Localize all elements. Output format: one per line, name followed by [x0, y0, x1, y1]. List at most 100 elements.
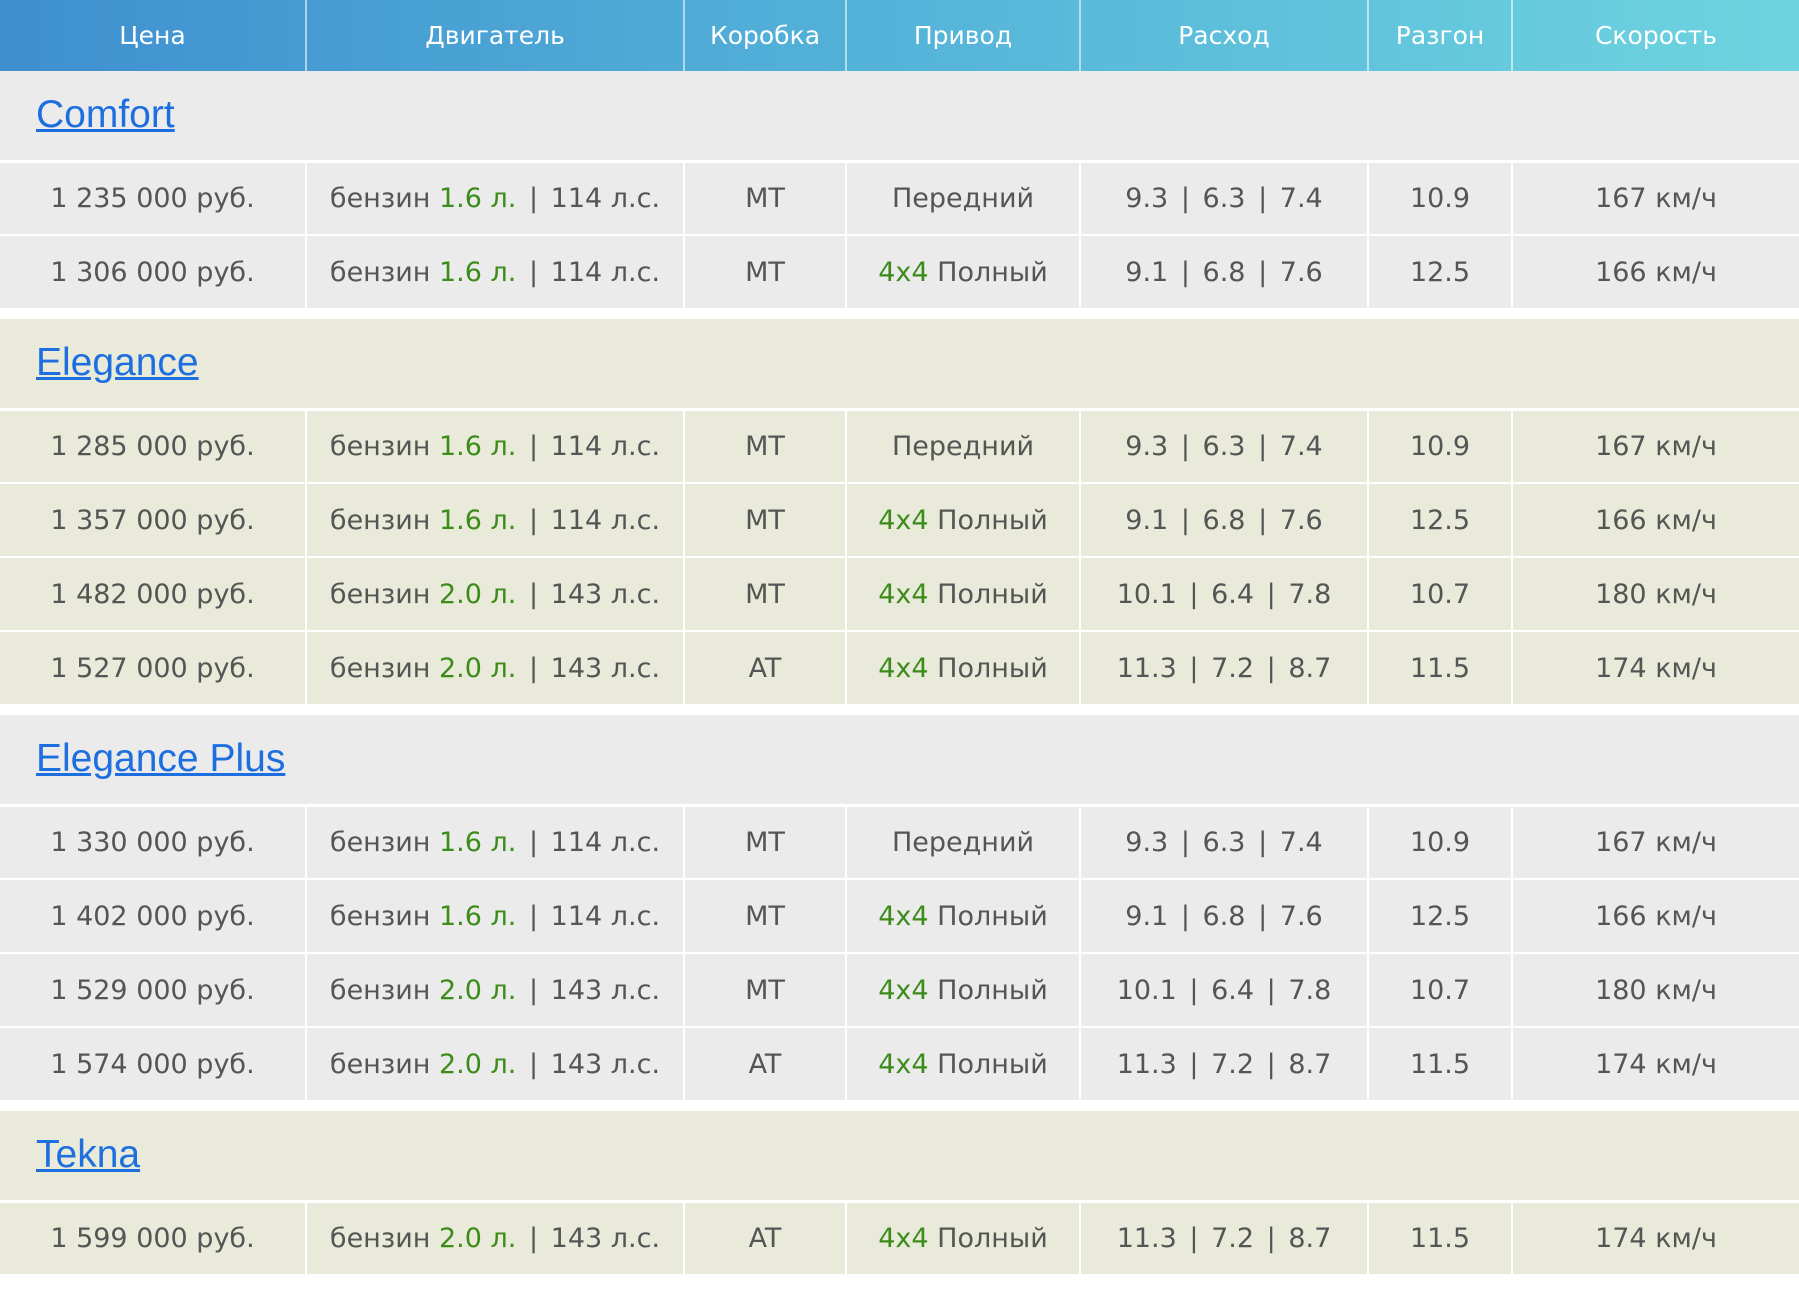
engine-volume: 1.6 л.	[439, 430, 517, 462]
consumption-city: 9.1	[1125, 256, 1169, 288]
gearbox-cell: MT	[684, 483, 847, 558]
drive-type: Полный	[937, 652, 1048, 684]
drive-type: Полный	[937, 900, 1048, 932]
speed-cell: 180 км/ч	[1512, 557, 1799, 632]
consumption-highway: 7.2	[1211, 1222, 1255, 1254]
consumption-city: 9.3	[1125, 430, 1169, 462]
value-separator: |	[1180, 504, 1190, 536]
group-spacer-cell	[0, 309, 1799, 319]
consumption-cell: 9.3 | 6.3 | 7.4	[1080, 409, 1369, 484]
drive-prefix: 4x4	[878, 1222, 929, 1254]
value-separator: |	[1266, 1048, 1276, 1080]
price-cell: 1 599 000 руб.	[0, 1201, 307, 1276]
trim-title-cell: Elegance Plus	[0, 715, 1799, 807]
table-row: 1 402 000 руб. бензин 1.6 л. | 114 л.с. MT…	[0, 879, 1799, 954]
engine-volume: 2.0 л.	[439, 974, 517, 1006]
value-separator: |	[528, 256, 539, 288]
consumption-mixed: 7.6	[1279, 900, 1323, 932]
consumption-highway: 6.8	[1202, 504, 1246, 536]
engine-volume: 1.6 л.	[439, 256, 517, 288]
table-row: 1 527 000 руб. бензин 2.0 л. | 143 л.с. AT…	[0, 631, 1799, 706]
engine-cell: бензин 2.0 л. | 143 л.с.	[306, 953, 685, 1028]
table-row: 1 235 000 руб. бензин 1.6 л. | 114 л.с. MT…	[0, 161, 1799, 236]
drive-cell: 4x4 Полный	[846, 483, 1081, 558]
trim-title-link[interactable]: Tekna	[36, 1133, 140, 1176]
drive-prefix: 4x4	[878, 652, 929, 684]
acceleration-cell: 10.9	[1368, 409, 1513, 484]
consumption-cell: 9.3 | 6.3 | 7.4	[1080, 161, 1369, 236]
fuel-type: бензин	[329, 504, 431, 536]
value-separator: |	[1180, 430, 1190, 462]
consumption-highway: 6.8	[1202, 900, 1246, 932]
speed-cell: 174 км/ч	[1512, 1201, 1799, 1276]
drive-prefix: 4x4	[878, 578, 929, 610]
consumption-cell: 9.1 | 6.8 | 7.6	[1080, 235, 1369, 310]
trim-group: Comfort 1 235 000 руб. бензин 1.6 л. | 114…	[0, 71, 1799, 319]
engine-power: 143 л.с.	[550, 1048, 661, 1080]
gearbox-cell: MT	[684, 879, 847, 954]
consumption-cell: 11.3 | 7.2 | 8.7	[1080, 631, 1369, 706]
drive-type: Полный	[937, 504, 1048, 536]
engine-power: 143 л.с.	[550, 1222, 661, 1254]
consumption-highway: 6.3	[1202, 430, 1246, 462]
consumption-mixed: 7.6	[1279, 256, 1323, 288]
engine-cell: бензин 1.6 л. | 114 л.с.	[306, 879, 685, 954]
column-header-price: Цена	[0, 0, 307, 71]
consumption-city: 9.3	[1125, 826, 1169, 858]
value-separator: |	[1266, 652, 1276, 684]
drive-cell: 4x4 Полный	[846, 235, 1081, 310]
consumption-mixed: 8.7	[1288, 652, 1332, 684]
drive-prefix: 4x4	[878, 256, 929, 288]
trim-title-link[interactable]: Elegance	[36, 341, 199, 384]
value-separator: |	[528, 504, 539, 536]
value-separator: |	[1258, 900, 1268, 932]
drive-cell: 4x4 Полный	[846, 1027, 1081, 1102]
value-separator: |	[1180, 182, 1190, 214]
consumption-cell: 10.1 | 6.4 | 7.8	[1080, 953, 1369, 1028]
consumption-city: 9.1	[1125, 900, 1169, 932]
value-separator: |	[528, 1048, 539, 1080]
fuel-type: бензин	[329, 1222, 431, 1254]
price-cell: 1 330 000 руб.	[0, 805, 307, 880]
fuel-type: бензин	[329, 652, 431, 684]
value-separator: |	[1189, 1048, 1199, 1080]
consumption-cell: 11.3 | 7.2 | 8.7	[1080, 1027, 1369, 1102]
group-spacer-cell	[0, 1101, 1799, 1111]
engine-cell: бензин 1.6 л. | 114 л.с.	[306, 161, 685, 236]
fuel-type: бензин	[329, 1048, 431, 1080]
speed-cell: 166 км/ч	[1512, 879, 1799, 954]
consumption-cell: 9.1 | 6.8 | 7.6	[1080, 879, 1369, 954]
drive-prefix: 4x4	[878, 504, 929, 536]
fuel-type: бензин	[329, 974, 431, 1006]
table-row: 1 599 000 руб. бензин 2.0 л. | 143 л.с. AT…	[0, 1201, 1799, 1276]
gearbox-cell: MT	[684, 953, 847, 1028]
drive-cell: 4x4 Полный	[846, 953, 1081, 1028]
acceleration-cell: 10.9	[1368, 161, 1513, 236]
price-cell: 1 285 000 руб.	[0, 409, 307, 484]
value-separator: |	[1189, 652, 1199, 684]
consumption-cell: 9.1 | 6.8 | 7.6	[1080, 483, 1369, 558]
value-separator: |	[528, 900, 539, 932]
consumption-city: 11.3	[1116, 1048, 1177, 1080]
acceleration-cell: 12.5	[1368, 235, 1513, 310]
consumption-highway: 6.4	[1211, 974, 1255, 1006]
trim-title-link[interactable]: Comfort	[36, 93, 175, 136]
gearbox-cell: MT	[684, 161, 847, 236]
acceleration-cell: 10.7	[1368, 953, 1513, 1028]
trim-title-cell: Elegance	[0, 319, 1799, 411]
acceleration-cell: 11.5	[1368, 1027, 1513, 1102]
engine-power: 143 л.с.	[550, 974, 661, 1006]
consumption-mixed: 7.8	[1288, 974, 1332, 1006]
column-header-drive: Привод	[846, 0, 1081, 71]
table-row: 1 482 000 руб. бензин 2.0 л. | 143 л.с. MT…	[0, 557, 1799, 632]
engine-cell: бензин 2.0 л. | 143 л.с.	[306, 1027, 685, 1102]
engine-volume: 1.6 л.	[439, 504, 517, 536]
drive-type: Передний	[891, 826, 1035, 858]
drive-type: Передний	[891, 182, 1035, 214]
consumption-cell: 11.3 | 7.2 | 8.7	[1080, 1201, 1369, 1276]
consumption-mixed: 7.4	[1279, 826, 1323, 858]
trim-title-link[interactable]: Elegance Plus	[36, 737, 285, 780]
acceleration-cell: 10.7	[1368, 557, 1513, 632]
gearbox-cell: MT	[684, 409, 847, 484]
acceleration-cell: 12.5	[1368, 483, 1513, 558]
